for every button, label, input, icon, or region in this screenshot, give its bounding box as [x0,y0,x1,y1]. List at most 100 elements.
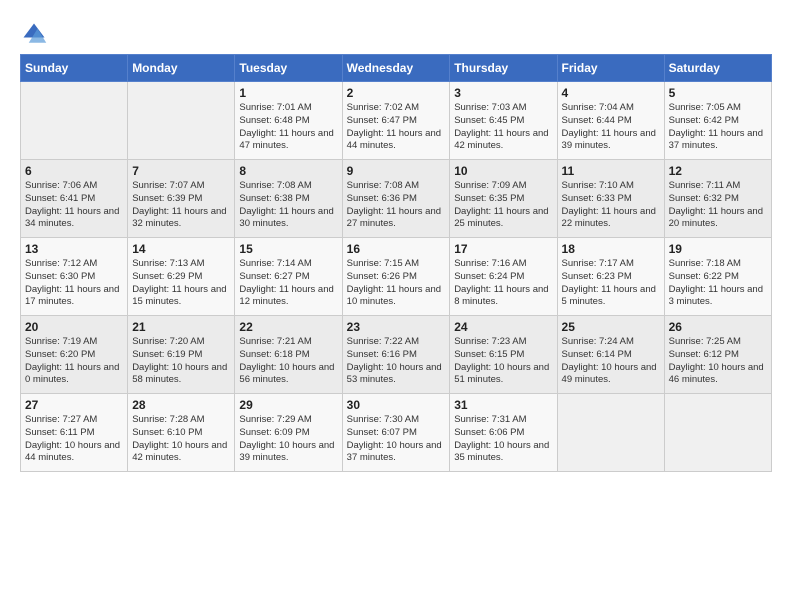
day-detail: Sunrise: 7:22 AM Sunset: 6:16 PM Dayligh… [347,336,446,387]
day-cell: 6 Sunrise: 7:06 AM Sunset: 6:41 PM Daylig… [21,160,128,238]
day-cell: 7Sunrise: 7:07 AM Sunset: 6:39 PM Daylig… [128,160,235,238]
header-cell-friday: Friday [557,55,664,82]
header-row: SundayMondayTuesdayWednesdayThursdayFrid… [21,55,772,82]
page-header [20,16,772,48]
day-detail: Sunrise: 7:04 AM Sunset: 6:44 PM Dayligh… [562,102,660,153]
day-detail: Sunrise: 7:31 AM Sunset: 6:06 PM Dayligh… [454,414,552,465]
day-cell: 14Sunrise: 7:13 AM Sunset: 6:29 PM Dayli… [128,238,235,316]
day-detail: Sunrise: 7:17 AM Sunset: 6:23 PM Dayligh… [562,258,660,309]
day-detail: Sunrise: 7:25 AM Sunset: 6:12 PM Dayligh… [669,336,767,387]
header-cell-wednesday: Wednesday [342,55,450,82]
day-cell: 16 Sunrise: 7:15 AM Sunset: 6:26 PM Dayli… [342,238,450,316]
header-cell-saturday: Saturday [664,55,771,82]
calendar-body: 1Sunrise: 7:01 AM Sunset: 6:48 PM Daylig… [21,82,772,472]
day-number: 21 [132,320,230,334]
day-detail: Sunrise: 7:21 AM Sunset: 6:18 PM Dayligh… [239,336,337,387]
logo-icon [20,20,48,48]
day-cell: 9 Sunrise: 7:08 AM Sunset: 6:36 PM Daylig… [342,160,450,238]
day-detail: Sunrise: 7:27 AM Sunset: 6:11 PM Dayligh… [25,414,123,465]
header-cell-sunday: Sunday [21,55,128,82]
day-number: 8 [239,164,337,178]
day-detail: Sunrise: 7:02 AM Sunset: 6:47 PM Dayligh… [347,102,446,153]
day-detail: Sunrise: 7:16 AM Sunset: 6:24 PM Dayligh… [454,258,552,309]
day-cell: 11Sunrise: 7:10 AM Sunset: 6:33 PM Dayli… [557,160,664,238]
day-detail: Sunrise: 7:19 AM Sunset: 6:20 PM Dayligh… [25,336,123,387]
day-number: 25 [562,320,660,334]
day-number: 14 [132,242,230,256]
day-cell: 2 Sunrise: 7:02 AM Sunset: 6:47 PM Daylig… [342,82,450,160]
day-detail: Sunrise: 7:12 AM Sunset: 6:30 PM Dayligh… [25,258,123,309]
day-cell: 27 Sunrise: 7:27 AM Sunset: 6:11 PM Dayli… [21,394,128,472]
header-cell-tuesday: Tuesday [235,55,342,82]
day-cell: 10 Sunrise: 7:09 AM Sunset: 6:35 PM Dayli… [450,160,557,238]
day-detail: Sunrise: 7:06 AM Sunset: 6:41 PM Dayligh… [25,180,123,231]
week-row-4: 20 Sunrise: 7:19 AM Sunset: 6:20 PM Dayli… [21,316,772,394]
day-detail: Sunrise: 7:18 AM Sunset: 6:22 PM Dayligh… [669,258,767,309]
day-cell: 29 Sunrise: 7:29 AM Sunset: 6:09 PM Dayli… [235,394,342,472]
day-number: 13 [25,242,123,256]
day-detail: Sunrise: 7:14 AM Sunset: 6:27 PM Dayligh… [239,258,337,309]
day-cell [128,82,235,160]
day-cell: 28Sunrise: 7:28 AM Sunset: 6:10 PM Dayli… [128,394,235,472]
day-detail: Sunrise: 7:15 AM Sunset: 6:26 PM Dayligh… [347,258,446,309]
week-row-2: 6 Sunrise: 7:06 AM Sunset: 6:41 PM Daylig… [21,160,772,238]
day-cell: 24Sunrise: 7:23 AM Sunset: 6:15 PM Dayli… [450,316,557,394]
day-number: 9 [347,164,446,178]
day-cell [21,82,128,160]
day-cell: 26 Sunrise: 7:25 AM Sunset: 6:12 PM Dayli… [664,316,771,394]
day-number: 31 [454,398,552,412]
calendar-table: SundayMondayTuesdayWednesdayThursdayFrid… [20,54,772,472]
day-cell: 5Sunrise: 7:05 AM Sunset: 6:42 PM Daylig… [664,82,771,160]
day-cell: 30 Sunrise: 7:30 AM Sunset: 6:07 PM Dayli… [342,394,450,472]
day-cell: 4 Sunrise: 7:04 AM Sunset: 6:44 PM Daylig… [557,82,664,160]
day-number: 20 [25,320,123,334]
day-cell: 17 Sunrise: 7:16 AM Sunset: 6:24 PM Dayli… [450,238,557,316]
day-number: 18 [562,242,660,256]
day-cell: 19Sunrise: 7:18 AM Sunset: 6:22 PM Dayli… [664,238,771,316]
header-cell-monday: Monday [128,55,235,82]
day-cell: 22 Sunrise: 7:21 AM Sunset: 6:18 PM Dayli… [235,316,342,394]
day-detail: Sunrise: 7:09 AM Sunset: 6:35 PM Dayligh… [454,180,552,231]
day-cell: 18 Sunrise: 7:17 AM Sunset: 6:23 PM Dayli… [557,238,664,316]
day-cell: 12Sunrise: 7:11 AM Sunset: 6:32 PM Dayli… [664,160,771,238]
day-cell: 8Sunrise: 7:08 AM Sunset: 6:38 PM Daylig… [235,160,342,238]
day-cell: 1Sunrise: 7:01 AM Sunset: 6:48 PM Daylig… [235,82,342,160]
day-number: 4 [562,86,660,100]
header-cell-thursday: Thursday [450,55,557,82]
day-detail: Sunrise: 7:24 AM Sunset: 6:14 PM Dayligh… [562,336,660,387]
day-cell: 20 Sunrise: 7:19 AM Sunset: 6:20 PM Dayli… [21,316,128,394]
day-cell: 13 Sunrise: 7:12 AM Sunset: 6:30 PM Dayli… [21,238,128,316]
day-cell [557,394,664,472]
logo [20,20,52,48]
day-number: 29 [239,398,337,412]
day-number: 22 [239,320,337,334]
day-number: 15 [239,242,337,256]
day-detail: Sunrise: 7:03 AM Sunset: 6:45 PM Dayligh… [454,102,552,153]
day-number: 23 [347,320,446,334]
day-number: 17 [454,242,552,256]
calendar-header: SundayMondayTuesdayWednesdayThursdayFrid… [21,55,772,82]
day-cell: 23 Sunrise: 7:22 AM Sunset: 6:16 PM Dayli… [342,316,450,394]
day-number: 3 [454,86,552,100]
week-row-1: 1Sunrise: 7:01 AM Sunset: 6:48 PM Daylig… [21,82,772,160]
day-cell: 15 Sunrise: 7:14 AM Sunset: 6:27 PM Dayli… [235,238,342,316]
day-number: 30 [347,398,446,412]
day-number: 28 [132,398,230,412]
day-number: 10 [454,164,552,178]
day-number: 24 [454,320,552,334]
day-number: 27 [25,398,123,412]
day-number: 12 [669,164,767,178]
day-number: 2 [347,86,446,100]
day-detail: Sunrise: 7:29 AM Sunset: 6:09 PM Dayligh… [239,414,337,465]
day-number: 26 [669,320,767,334]
day-detail: Sunrise: 7:05 AM Sunset: 6:42 PM Dayligh… [669,102,767,153]
day-detail: Sunrise: 7:30 AM Sunset: 6:07 PM Dayligh… [347,414,446,465]
day-detail: Sunrise: 7:08 AM Sunset: 6:36 PM Dayligh… [347,180,446,231]
day-number: 16 [347,242,446,256]
day-cell: 31 Sunrise: 7:31 AM Sunset: 6:06 PM Dayli… [450,394,557,472]
day-cell: 25 Sunrise: 7:24 AM Sunset: 6:14 PM Dayli… [557,316,664,394]
day-cell: 21Sunrise: 7:20 AM Sunset: 6:19 PM Dayli… [128,316,235,394]
day-cell [664,394,771,472]
day-cell: 3 Sunrise: 7:03 AM Sunset: 6:45 PM Daylig… [450,82,557,160]
day-number: 6 [25,164,123,178]
